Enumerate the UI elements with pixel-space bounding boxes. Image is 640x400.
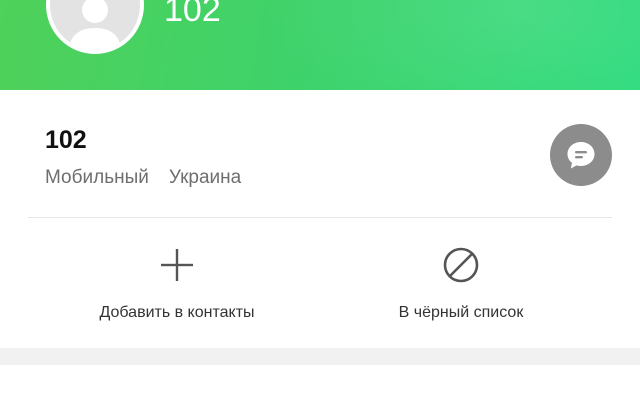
block-icon (441, 245, 481, 285)
add-to-contacts-button[interactable]: Добавить в контакты (47, 245, 307, 329)
block-number-button[interactable]: В чёрный список (331, 245, 591, 329)
contact-meta: Мобильный Украина (45, 166, 241, 190)
section-separator (0, 348, 640, 365)
contact-info-panel (0, 90, 640, 218)
header-title: 102 (164, 0, 221, 29)
avatar-placeholder (50, 0, 140, 50)
divider (28, 217, 612, 218)
phone-type: Мобильный (45, 167, 149, 188)
phone-region: Украина (168, 167, 242, 188)
plus-icon (157, 245, 197, 285)
avatar[interactable] (46, 0, 144, 54)
contact-header: 102 (0, 0, 640, 90)
contact-number[interactable]: 102 (45, 125, 87, 155)
block-number-label: В чёрный список (398, 304, 524, 321)
chat-bubble-icon (567, 142, 595, 169)
add-to-contacts-label: Добавить в контакты (99, 304, 255, 321)
send-message-button[interactable] (550, 124, 612, 186)
header-decoration (260, 0, 640, 90)
person-icon (69, 0, 121, 50)
